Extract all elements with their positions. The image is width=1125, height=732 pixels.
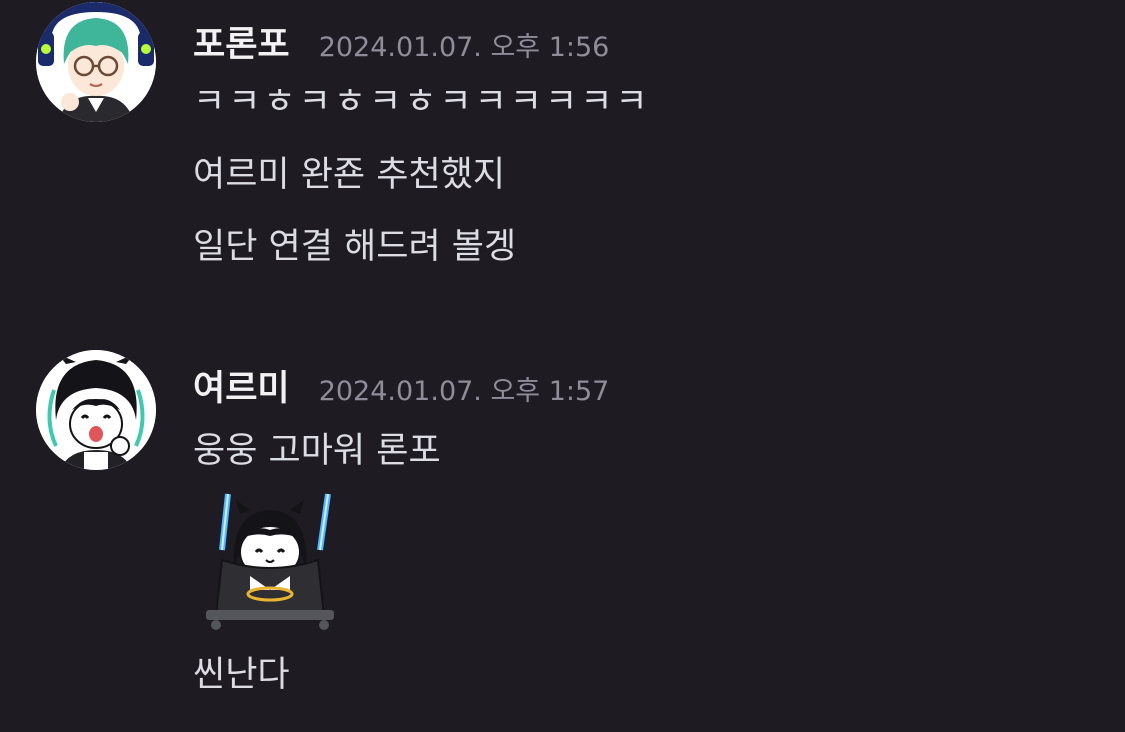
message-text: ㅋㅋㅎㅋㅎㅋㅎㅋㅋㅋㅋㅋㅋ: [193, 82, 651, 122]
message-header: 여르미 2024.01.07. 오후 1:57: [193, 360, 610, 409]
username[interactable]: 포론포: [193, 25, 290, 65]
message-header: 포론포 2024.01.07. 오후 1:56: [193, 16, 610, 65]
message-text: 일단 연결 해드려 볼겡: [193, 227, 517, 267]
username[interactable]: 여르미: [193, 369, 290, 409]
green-haired-character-avatar-icon[interactable]: [36, 2, 156, 122]
message-text: 여르미 완죤 추천했지: [193, 155, 506, 195]
black-haired-character-avatar-icon[interactable]: [36, 350, 156, 470]
timestamp: 2024.01.07. 오후 1:56: [318, 32, 610, 63]
message-text: 웅웅 고마워 론포: [193, 431, 441, 471]
message-text: 씬난다: [193, 655, 290, 695]
timestamp: 2024.01.07. 오후 1:57: [318, 376, 610, 407]
swing-character-sticker-icon[interactable]: [196, 490, 341, 635]
